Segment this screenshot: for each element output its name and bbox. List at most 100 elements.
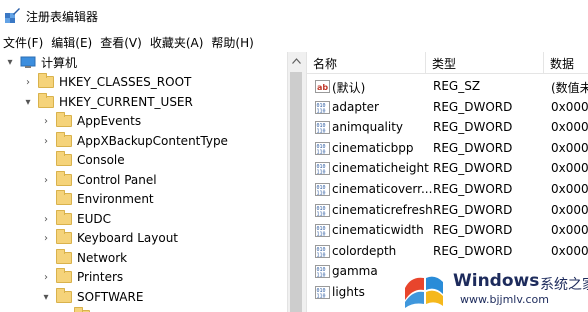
tree-item-keyboard-layout[interactable]: › Keyboard Layout: [40, 228, 178, 248]
tree-item-partial[interactable]: [58, 306, 95, 312]
tree-item-label: Network: [77, 251, 128, 265]
value-name: gamma: [332, 264, 378, 279]
value-name: cinematicheight: [332, 161, 429, 176]
menu-edit[interactable]: 编辑(E): [49, 34, 98, 51]
chevron-down-icon[interactable]: ▾: [22, 96, 34, 108]
windows-logo-icon: [405, 276, 443, 308]
chevron-right-icon[interactable]: ›: [40, 115, 52, 127]
chevron-right-icon[interactable]: ›: [40, 213, 52, 225]
chevron-right-icon[interactable]: ›: [40, 232, 52, 244]
regedit-app-icon: [5, 8, 20, 23]
menu-favorites[interactable]: 收藏夹(A): [148, 34, 210, 51]
tree-item-environment[interactable]: Environment: [40, 189, 154, 209]
tree-item-label: AppXBackupContentType: [77, 134, 228, 148]
value-row[interactable]: 010110animquality REG_DWORD 0x0000: [307, 118, 588, 138]
value-name: (默认): [332, 81, 366, 95]
tree-item-appevents[interactable]: › AppEvents: [40, 111, 141, 131]
folder-icon: [56, 132, 72, 147]
value-name: adapter: [332, 99, 379, 114]
watermark-url: www.bjjmlv.com: [460, 293, 549, 306]
folder-icon: [56, 268, 72, 283]
tree-item-label: HKEY_CURRENT_USER: [59, 95, 193, 109]
menu-help[interactable]: 帮助(H): [209, 34, 259, 51]
watermark-brand: Windows: [453, 271, 540, 291]
watermark-cn: 系统之家: [540, 277, 588, 293]
value-type: REG_DWORD: [433, 202, 513, 217]
folder-icon: [38, 93, 54, 108]
value-row[interactable]: 010110cinematicbpp REG_DWORD 0x0000: [307, 139, 588, 159]
svg-text:110: 110: [317, 294, 326, 300]
value-data: 0x0000: [551, 120, 588, 135]
tree-item-label: Control Panel: [77, 173, 157, 187]
menu-view[interactable]: 查看(V): [98, 34, 148, 51]
value-row[interactable]: ab (默认) REG_SZ (数值未: [307, 77, 588, 97]
tree-item-hkcr[interactable]: › HKEY_CLASSES_ROOT: [22, 72, 191, 92]
title-bar: 注册表编辑器: [0, 0, 588, 30]
chevron-right-icon[interactable]: ›: [40, 174, 52, 186]
folder-icon: [56, 151, 72, 166]
value-type: REG_DWORD: [433, 223, 513, 238]
column-name[interactable]: 名称: [307, 52, 426, 74]
value-row[interactable]: 010110adapter REG_DWORD 0x0000: [307, 98, 588, 118]
svg-text:110: 110: [317, 149, 326, 155]
value-row[interactable]: 010110cinematicoverr...REG_DWORD 0x0000: [307, 180, 588, 200]
value-data: (数值未: [551, 81, 588, 95]
chevron-down-icon[interactable]: ▾: [40, 291, 52, 303]
value-name: cinematicrefresh: [332, 202, 433, 217]
folder-icon: [56, 210, 72, 225]
value-name: cinematicoverr...: [332, 182, 433, 196]
value-name: animquality: [332, 120, 404, 135]
binary-value-icon: 010110: [315, 203, 330, 217]
tree-item-label: Printers: [77, 270, 124, 284]
chevron-right-icon[interactable]: ›: [40, 271, 52, 283]
svg-text:110: 110: [317, 232, 326, 238]
value-type: REG_DWORD: [433, 140, 513, 155]
value-data: 0x0000: [551, 140, 588, 155]
value-type: REG_SZ: [433, 79, 481, 93]
svg-text:110: 110: [317, 211, 326, 217]
svg-text:110: 110: [317, 170, 326, 176]
value-data: 0x0000: [551, 99, 588, 114]
tree-item-appxbackup[interactable]: › AppXBackupContentType: [40, 131, 228, 151]
value-row[interactable]: 010110colordepth REG_DWORD 0x0000: [307, 242, 588, 262]
chevron-up-icon: [291, 58, 301, 64]
tree-item-console[interactable]: Console: [40, 150, 125, 170]
svg-text:110: 110: [317, 129, 326, 135]
value-row[interactable]: 010110cinematicrefreshREG_DWORD 0x0000: [307, 201, 588, 221]
column-type[interactable]: 类型: [426, 52, 544, 74]
computer-icon: [20, 56, 36, 68]
scroll-up-arrow[interactable]: [287, 52, 305, 70]
tree-item-label: SOFTWARE: [77, 290, 144, 304]
value-row[interactable]: 010110cinematicheight REG_DWORD 0x0000: [307, 159, 588, 179]
binary-value-icon: 010110: [315, 286, 330, 300]
scroll-thumb[interactable]: [290, 72, 302, 312]
tree-item-computer[interactable]: ▾ 计算机: [4, 52, 77, 72]
tree-item-label: Keyboard Layout: [77, 231, 179, 245]
chevron-right-icon[interactable]: ›: [22, 76, 34, 88]
folder-icon: [56, 249, 72, 264]
value-name: colordepth: [332, 243, 397, 258]
binary-value-icon: 010110: [315, 121, 330, 135]
binary-value-icon: 010110: [315, 141, 330, 155]
tree-item-label: AppEvents: [77, 114, 142, 128]
chevron-right-icon[interactable]: ›: [40, 135, 52, 147]
tree-item-printers[interactable]: › Printers: [40, 267, 123, 287]
tree-item-label: Console: [77, 153, 125, 167]
tree-item-eudc[interactable]: › EUDC: [40, 209, 111, 229]
value-data: 0x0000: [551, 223, 588, 238]
tree-item-hkcu[interactable]: ▾ HKEY_CURRENT_USER: [22, 92, 193, 112]
column-data[interactable]: 数据: [544, 52, 588, 74]
binary-value-icon: 010110: [315, 162, 330, 176]
folder-icon: [56, 190, 72, 205]
svg-text:110: 110: [317, 273, 326, 279]
chevron-down-icon[interactable]: ▾: [4, 56, 16, 68]
tree-item-software[interactable]: ▾ SOFTWARE: [40, 287, 143, 307]
menu-file[interactable]: 文件(F): [0, 34, 49, 51]
folder-icon: [56, 288, 72, 303]
menu-bar: 文件(F) 编辑(E) 查看(V) 收藏夹(A) 帮助(H): [0, 32, 588, 52]
tree-item-network[interactable]: Network: [40, 248, 127, 268]
string-value-icon: ab: [315, 80, 330, 93]
value-row[interactable]: 010110cinematicwidth REG_DWORD 0x0000: [307, 221, 588, 241]
folder-icon: [56, 112, 72, 127]
tree-item-control-panel[interactable]: › Control Panel: [40, 170, 157, 190]
